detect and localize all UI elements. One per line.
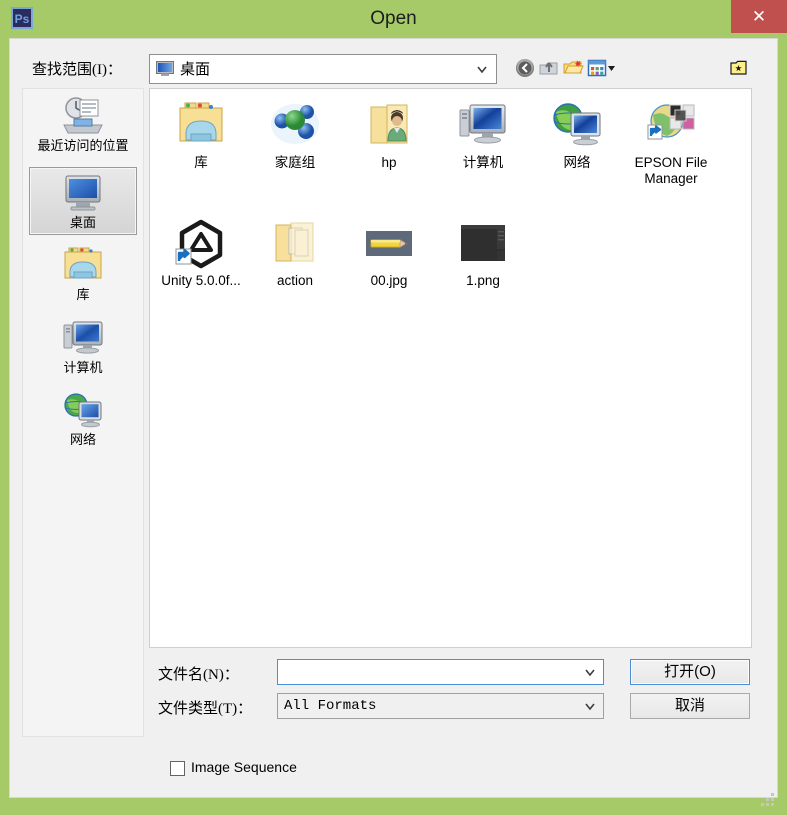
file-label: action <box>276 273 314 288</box>
chevron-down-icon <box>585 703 595 711</box>
up-one-level-icon[interactable] <box>538 57 560 79</box>
chevron-down-icon <box>585 669 595 677</box>
epson-file-manager-icon <box>647 104 695 140</box>
folder-icon <box>275 222 314 262</box>
computer-icon <box>63 321 103 354</box>
open-dialog-window: Ps Open ✕ 查找范围(I)： 桌面 最近访问的位置 桌面 库 计算机 网… <box>0 0 787 815</box>
libraries-icon <box>64 247 102 279</box>
filename-combobox[interactable] <box>277 659 604 685</box>
desktop-monitor-icon <box>156 61 174 76</box>
image-sequence-label: Image Sequence <box>191 759 297 775</box>
file-label: 家庭组 <box>274 155 316 170</box>
file-item[interactable]: hp <box>342 99 436 171</box>
filename-label: 文件名(N)： <box>158 667 239 683</box>
file-item[interactable]: 1.png <box>436 217 530 289</box>
user-folder-icon <box>370 104 408 144</box>
image-thumbnail-dark <box>461 225 505 261</box>
place-item-recent[interactable]: 最近访问的位置 <box>29 95 137 165</box>
place-item-desktop[interactable]: 桌面 <box>29 167 137 235</box>
lookin-value: 桌面 <box>180 61 211 78</box>
file-item[interactable]: 家庭组 <box>248 99 342 171</box>
file-label: hp <box>381 155 397 170</box>
filetype-value: All Formats <box>284 698 377 714</box>
lookin-combobox[interactable]: 桌面 <box>149 54 497 84</box>
network-icon <box>64 393 102 428</box>
file-item[interactable]: EPSON File Manager <box>624 99 718 187</box>
file-label: 1.png <box>466 273 500 288</box>
file-label: EPSON File Manager <box>634 155 708 186</box>
title-bar: Ps Open ✕ <box>0 0 787 38</box>
window-title: Open <box>370 8 417 29</box>
place-item-computer[interactable]: 计算机 <box>29 317 137 383</box>
file-item[interactable]: 库 <box>154 99 248 171</box>
folder-star-icon[interactable] <box>729 58 749 78</box>
file-label: 计算机 <box>462 155 504 170</box>
place-label: 桌面 <box>69 215 96 230</box>
desktop-icon <box>65 175 101 211</box>
file-label: 库 <box>194 155 208 170</box>
filetype-combobox[interactable]: All Formats <box>277 693 604 719</box>
place-label: 网络 <box>69 432 96 447</box>
file-list[interactable]: 库 家庭组 hp 计算机 网络 EPSON File Manager Unity… <box>149 88 752 648</box>
file-label: Unity 5.0.0f... <box>161 273 241 288</box>
image-thumbnail-pencil <box>366 231 412 256</box>
place-label: 计算机 <box>63 360 103 375</box>
place-label: 最近访问的位置 <box>37 138 129 153</box>
lookin-label: 查找范围(I)： <box>32 62 122 78</box>
unity-icon <box>175 219 223 269</box>
recent-places-icon <box>63 97 103 134</box>
place-label: 库 <box>76 287 90 302</box>
place-item-network[interactable]: 网络 <box>29 389 137 455</box>
network-icon <box>553 103 601 146</box>
image-sequence-checkbox[interactable] <box>170 761 185 776</box>
filetype-label: 文件类型(T)： <box>158 701 253 717</box>
places-bar: 最近访问的位置 桌面 库 计算机 网络 <box>22 88 144 737</box>
close-icon: ✕ <box>751 7 767 26</box>
open-button[interactable]: 打开(O) <box>630 659 750 685</box>
cancel-button[interactable]: 取消 <box>630 693 750 719</box>
place-item-libraries[interactable]: 库 <box>29 244 137 310</box>
chevron-down-icon <box>477 66 487 74</box>
file-item[interactable]: 00.jpg <box>342 217 436 289</box>
file-item[interactable]: action <box>248 217 342 289</box>
file-label: 网络 <box>563 155 591 170</box>
libraries-folder-icon <box>179 102 223 142</box>
new-folder-icon[interactable] <box>562 57 584 79</box>
file-label: 00.jpg <box>370 273 408 288</box>
file-item[interactable]: Unity 5.0.0f... <box>154 217 248 289</box>
resize-grip-icon[interactable] <box>761 793 775 807</box>
file-item[interactable]: 网络 <box>530 99 624 171</box>
computer-icon <box>459 104 506 144</box>
back-arrow-icon[interactable] <box>514 57 536 79</box>
homegroup-icon <box>271 104 319 144</box>
views-icon[interactable] <box>587 57 617 79</box>
file-item[interactable]: 计算机 <box>436 99 530 171</box>
close-button[interactable]: ✕ <box>731 0 787 33</box>
